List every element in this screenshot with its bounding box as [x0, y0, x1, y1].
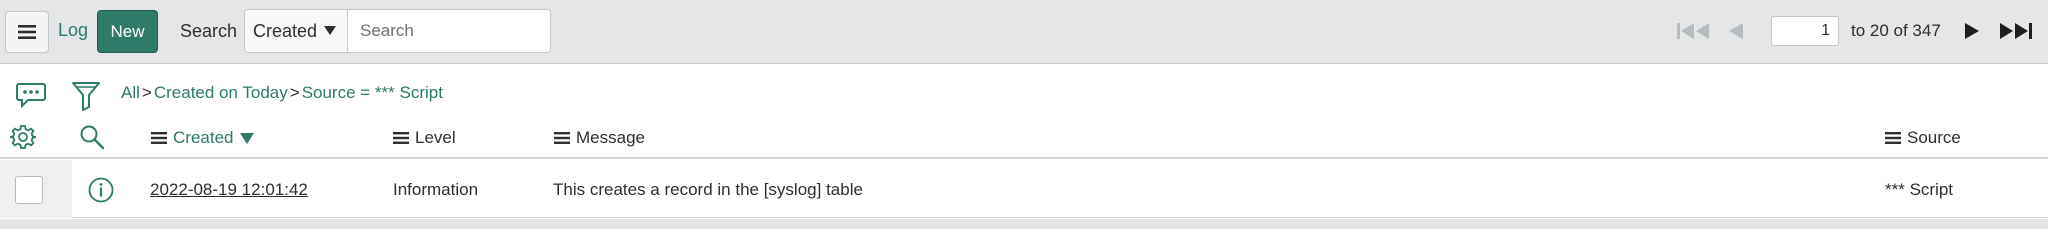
info-icon[interactable] [88, 177, 114, 203]
chat-bubble-icon[interactable] [16, 82, 46, 108]
search-field-value: Created [253, 21, 318, 41]
column-message[interactable]: Message [554, 128, 645, 148]
previous-page-icon[interactable] [1727, 21, 1745, 41]
filter-funnel-icon[interactable] [72, 81, 100, 111]
column-level-label[interactable]: Level [415, 128, 456, 148]
list-footer [0, 219, 2048, 229]
cell-created-link[interactable]: 2022-08-19 12:01:42 [150, 180, 308, 200]
cell-source: *** Script [1885, 180, 1954, 199]
column-header-row [0, 112, 2048, 159]
breadcrumb-source-script[interactable]: Source = *** Script [302, 83, 443, 102]
column-menu-icon[interactable] [1885, 131, 1901, 145]
row-checkbox[interactable] [15, 176, 43, 204]
filter-breadcrumb: All > Created on Today > Source = *** Script [121, 83, 443, 103]
new-button[interactable]: New [97, 10, 158, 53]
search-label: Search [180, 21, 238, 41]
column-menu-icon[interactable] [554, 131, 570, 145]
sort-descending-icon [240, 133, 255, 144]
column-menu-icon[interactable] [393, 131, 409, 145]
column-menu-icon[interactable] [151, 131, 167, 145]
context-menu-button[interactable] [5, 11, 49, 53]
search-icon[interactable] [79, 124, 105, 150]
caret-down-icon [324, 26, 336, 35]
search-field-select[interactable]: Created [244, 9, 347, 53]
list-title[interactable]: Log [58, 20, 88, 41]
breadcrumb-created-today[interactable]: Created on Today [154, 83, 288, 102]
breadcrumb-separator: > [141, 83, 152, 102]
cell-message: This creates a record in the [syslog] ta… [553, 180, 863, 199]
next-page-icon[interactable] [1963, 21, 1981, 41]
breadcrumb-separator: > [289, 83, 300, 102]
last-page-icon[interactable] [1998, 21, 2034, 41]
column-created-label[interactable]: Created [173, 128, 233, 148]
page-number-input[interactable] [1771, 16, 1839, 46]
first-page-icon[interactable] [1676, 21, 1712, 41]
pager-range-text: to 20 of 347 [1851, 21, 1941, 40]
gear-icon[interactable] [10, 124, 36, 150]
column-source-label[interactable]: Source [1907, 128, 1961, 148]
column-message-label[interactable]: Message [576, 128, 645, 148]
column-created[interactable]: Created [151, 128, 255, 148]
column-level[interactable]: Level [393, 128, 456, 148]
search-input[interactable] [347, 9, 551, 53]
hamburger-icon [18, 25, 36, 39]
breadcrumb-all[interactable]: All [121, 83, 140, 102]
cell-level: Information [393, 180, 479, 199]
column-source[interactable]: Source [1885, 128, 1961, 148]
